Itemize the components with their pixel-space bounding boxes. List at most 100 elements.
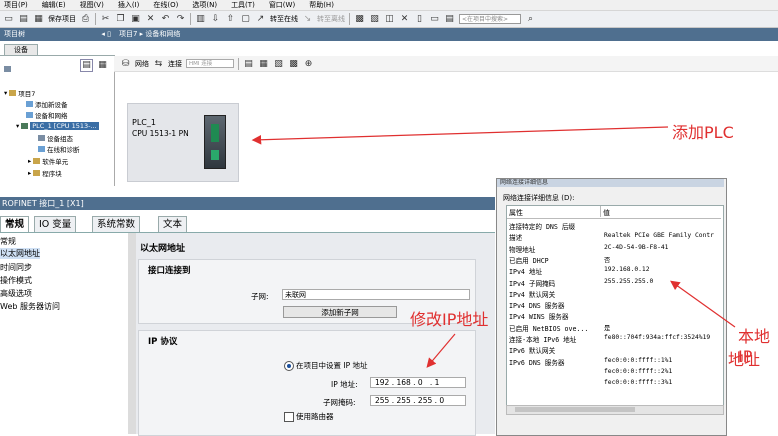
project-search-input[interactable]: <在项目中搜索> [459,14,521,24]
save-project-button[interactable]: 保存项目 [48,14,76,24]
window-split-icon[interactable]: ▯ [414,14,425,25]
tab-system-constants[interactable]: 系统常数 [92,216,141,232]
online-icon[interactable]: ↗ [255,14,266,25]
detail-row-property[interactable]: 连接-本地 IPv6 地址 [509,334,576,344]
nav-time-sync[interactable]: 时间同步 [0,262,32,273]
detail-row-property[interactable]: IPv6 DNS 服务器 [509,357,565,367]
detail-row-property[interactable]: 连接特定的 DNS 后缀 [509,221,575,231]
relation-icon[interactable]: ▦ [258,58,269,69]
set-ip-in-project-radio[interactable] [284,361,294,371]
menu-online[interactable]: 在线(O) [153,0,178,10]
tree-item-devices-networks[interactable]: 设备和网络 [26,110,68,120]
column-divider[interactable] [600,206,601,217]
save-icon[interactable]: ▦ [33,14,44,25]
go-online-button[interactable]: 转至在线 [270,14,298,24]
use-router-checkbox[interactable] [284,412,294,422]
detail-row-property[interactable]: IPv4 DNS 服务器 [509,300,565,310]
compile-icon[interactable]: ▥ [195,14,206,25]
detail-row-value[interactable]: Realtek PCIe GBE Family Contr [604,232,714,239]
accessible-devices-icon[interactable]: ▩ [354,14,365,25]
menu-insert[interactable]: 插入(I) [118,0,140,10]
tab-general[interactable]: 常规 [0,216,30,232]
open-project-icon[interactable]: ▤ [18,14,29,25]
paste-icon[interactable]: ▣ [130,14,141,25]
detail-row-value[interactable]: 192.168.0.12 [604,266,650,273]
detail-row-value[interactable]: fec0:0:0:ffff::2%1 [604,368,672,375]
highlight-icon[interactable]: ▤ [243,58,254,69]
grid-icon[interactable]: ▩ [288,58,299,69]
subnet-select[interactable]: 未联网 [282,289,470,300]
detail-row-property[interactable]: 已启用 NetBIOS ove... [509,323,588,333]
detail-row-property[interactable]: IPv4 WINS 服务器 [509,311,568,321]
detail-row-property[interactable]: IPv4 默认网关 [509,289,555,299]
connection-button[interactable]: 连接 [168,59,182,69]
tree-item-add-device[interactable]: 添加新设备 [26,99,68,109]
tree-item-project[interactable]: ▾ 项目7 [4,88,35,98]
ip-address-input[interactable]: 192 . 168 . 0 . 1 [370,377,466,388]
layout-icon[interactable]: ▤ [444,14,455,25]
scrollbar-thumb[interactable] [515,407,635,412]
menu-project[interactable]: 项目(P) [4,0,28,10]
detail-row-property[interactable]: IPv4 子网掩码 [509,278,555,288]
tab-texts[interactable]: 文本 [158,216,188,232]
detail-row-property[interactable]: 物理地址 [509,244,535,254]
download-icon[interactable]: ⇩ [210,14,221,25]
simulation-icon[interactable]: ▢ [240,14,251,25]
detail-row-value[interactable]: fec0:0:0:ffff::1%1 [604,357,672,364]
cut-icon[interactable]: ✂ [100,14,111,25]
tree-item-device-config[interactable]: 设备组态 [38,133,73,143]
nav-operating-mode[interactable]: 操作模式 [0,275,32,286]
delete-icon[interactable]: ✕ [145,14,156,25]
detail-row-property[interactable]: 描述 [509,232,522,242]
offline-icon[interactable]: ↘ [302,14,313,25]
menu-view[interactable]: 视图(V) [80,0,104,10]
tree-item-software-units[interactable]: ▸ 软件单元 [28,156,68,166]
connection-type-select[interactable]: HMI 连接 [186,59,234,68]
print-icon[interactable]: ⎙ [80,14,91,25]
menu-options[interactable]: 选项(N) [192,0,217,10]
redo-icon[interactable]: ↷ [175,14,186,25]
subnet-mask-input[interactable]: 255 . 255 . 255 . 0 [370,395,466,406]
address-icon[interactable]: ▧ [273,58,284,69]
expand-arrow-icon[interactable]: ▸ [28,169,31,177]
expand-arrow-icon[interactable]: ▾ [16,122,19,130]
nav-advanced-options[interactable]: 高级选项 [0,288,32,299]
column-header-value[interactable]: 值 [603,208,610,218]
close-icon[interactable]: ✕ [399,14,410,25]
detail-row-property[interactable]: IPv4 地址 [509,266,542,276]
menu-edit[interactable]: 编辑(E) [42,0,66,10]
column-header-property[interactable]: 属性 [509,208,523,218]
cross-reference-icon[interactable]: ▧ [369,14,380,25]
menu-help[interactable]: 帮助(H) [309,0,334,10]
nav-general[interactable]: 常规 [0,236,16,247]
menu-window[interactable]: 窗口(W) [269,0,295,10]
detail-row-property[interactable]: 已启用 DHCP [509,255,549,265]
detail-row-property[interactable]: IPv6 默认网关 [509,345,555,355]
detail-row-value[interactable]: fe80::704f:934a:ffcf:3524%19 [604,334,710,341]
connection-icon[interactable]: ⇆ [153,58,164,69]
split-editor-icon[interactable]: ◫ [384,14,395,25]
upload-icon[interactable]: ⇧ [225,14,236,25]
tree-item-program-blocks[interactable]: ▸ 程序块 [28,168,62,178]
copy-icon[interactable]: ❐ [115,14,126,25]
horizontal-scrollbar[interactable] [506,405,724,415]
zoom-icon[interactable]: ⊕ [303,58,314,69]
vertical-scrollbar[interactable] [128,233,136,434]
tree-item-plc[interactable]: ▾ PLC_1 [CPU 1513-... [16,122,99,130]
network-button[interactable]: 网络 [135,59,149,69]
expand-arrow-icon[interactable]: ▸ [28,157,31,165]
menu-tools[interactable]: 工具(T) [231,0,255,10]
undo-icon[interactable]: ↶ [160,14,171,25]
detail-row-value[interactable]: 2C-4D-54-9B-F8-41 [604,244,668,251]
go-offline-button[interactable]: 转至离线 [317,14,345,24]
search-icon[interactable]: ⌕ [525,14,536,25]
tab-io-tags[interactable]: IO 变量 [34,216,77,232]
nav-web-server-access[interactable]: Web 服务器访问 [0,301,60,312]
add-subnet-button[interactable]: 添加新子网 [283,306,397,318]
detail-row-value[interactable]: fec0:0:0:ffff::3%1 [604,379,672,386]
collapse-panel-icon[interactable]: ◂ ▯ [101,28,111,41]
detail-row-value[interactable]: 是 [604,323,610,332]
new-project-icon[interactable]: ▭ [3,14,14,25]
window-split-h-icon[interactable]: ▭ [429,14,440,25]
tree-item-online-diag[interactable]: 在线和诊断 [38,144,80,154]
